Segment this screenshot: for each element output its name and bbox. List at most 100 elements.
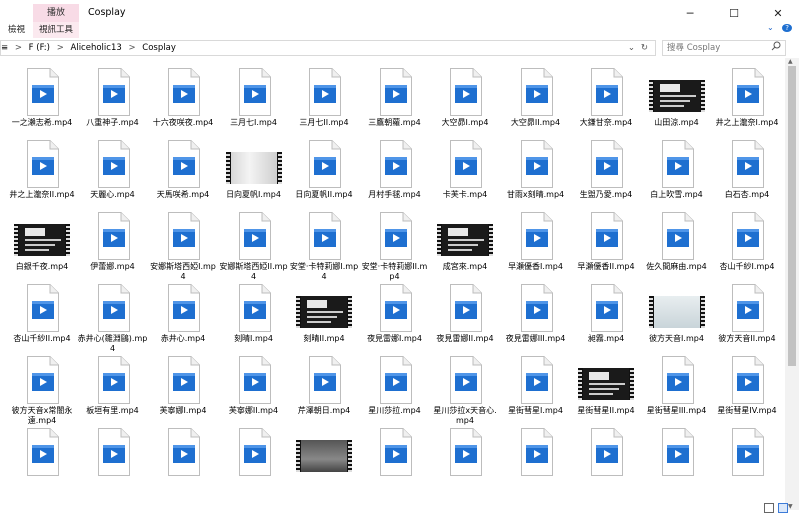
video-thumbnail (642, 284, 712, 332)
file-item[interactable]: 刻晴II.mp4 (289, 284, 359, 356)
file-item[interactable]: 成宮來.mp4 (430, 212, 500, 284)
file-item[interactable]: 夜見雷娜I.mp4 (360, 284, 430, 356)
file-item[interactable] (571, 428, 641, 500)
file-name: 夜見雷娜I.mp4 (367, 334, 422, 343)
file-item[interactable]: 安堂·卡特莉娜II.mp4 (360, 212, 430, 284)
file-item[interactable] (289, 428, 359, 500)
file-item[interactable]: 井之上瀧奈I.mp4 (712, 68, 782, 140)
search-input[interactable]: 搜尋 Cosplay (662, 40, 786, 56)
file-item[interactable] (360, 428, 430, 500)
video-file-icon (219, 212, 289, 260)
file-item[interactable]: 天馬咲希.mp4 (148, 140, 218, 212)
file-item[interactable]: 赤井心.mp4 (148, 284, 218, 356)
scroll-up-icon[interactable]: ▲ (788, 58, 793, 65)
file-item[interactable]: 赤井心(雛淵鷗).mp4 (78, 284, 148, 356)
file-item[interactable]: 大空昴I.mp4 (430, 68, 500, 140)
address-bar[interactable]: ≡ > F (F:) > Aliceholic13 > Cosplay ⌄ ↻ (0, 40, 656, 56)
file-item[interactable]: 安娜斯塔西婭I.mp4 (148, 212, 218, 284)
file-item[interactable]: 安娜斯塔西婭II.mp4 (219, 212, 289, 284)
breadcrumb-drive[interactable]: F (F:) (29, 43, 50, 53)
vertical-scrollbar[interactable]: ▲ ▼ (785, 58, 799, 510)
context-tab-play[interactable]: 播放 (33, 4, 79, 22)
file-item[interactable]: 十六夜咲夜.mp4 (148, 68, 218, 140)
file-item[interactable] (430, 428, 500, 500)
file-item[interactable]: 彼方天音x常闇永遠.mp4 (7, 356, 77, 428)
large-icons-view-icon[interactable] (778, 503, 788, 513)
file-item[interactable]: 杏山千紗II.mp4 (7, 284, 77, 356)
file-item[interactable]: 月村手毬.mp4 (360, 140, 430, 212)
file-item[interactable]: 卡芙卡.mp4 (430, 140, 500, 212)
address-dropdown-icon[interactable]: ⌄ (628, 41, 635, 55)
file-item[interactable]: 大空昴II.mp4 (501, 68, 571, 140)
file-item[interactable]: 白石杏.mp4 (712, 140, 782, 212)
file-item[interactable] (7, 428, 77, 500)
video-file-icon (219, 68, 289, 116)
file-item[interactable]: 白上吹雪.mp4 (642, 140, 712, 212)
file-item[interactable]: 三鷹朝蘿.mp4 (360, 68, 430, 140)
breadcrumb-separator-icon[interactable]: > (15, 43, 22, 53)
file-item[interactable]: 星街彗星II.mp4 (571, 356, 641, 428)
file-item[interactable]: 芙寧娜II.mp4 (219, 356, 289, 428)
file-item[interactable]: 芙寧娜I.mp4 (148, 356, 218, 428)
file-item[interactable]: 三月七I.mp4 (219, 68, 289, 140)
file-item[interactable]: 生盥乃愛.mp4 (571, 140, 641, 212)
breadcrumb-separator-icon[interactable]: > (128, 43, 135, 53)
file-item[interactable] (219, 428, 289, 500)
file-item[interactable] (78, 428, 148, 500)
file-item[interactable]: 井之上瀧奈II.mp4 (7, 140, 77, 212)
video-file-icon (219, 356, 289, 404)
video-file-icon (27, 284, 59, 332)
file-name: 三月七I.mp4 (230, 118, 277, 127)
file-item[interactable]: 昶霧.mp4 (571, 284, 641, 356)
file-item[interactable]: 日向夏帆I.mp4 (219, 140, 289, 212)
breadcrumb-aliceholic13[interactable]: Aliceholic13 (71, 43, 122, 53)
file-item[interactable]: 夜見雷娜III.mp4 (501, 284, 571, 356)
file-item[interactable]: 杏山千紗I.mp4 (712, 212, 782, 284)
refresh-icon[interactable]: ↻ (641, 41, 648, 55)
file-item[interactable]: 大鎌甘奈.mp4 (571, 68, 641, 140)
breadcrumb-separator-icon[interactable]: > (57, 43, 64, 53)
file-item[interactable]: 甘雨x刻晴.mp4 (501, 140, 571, 212)
file-item[interactable]: 山田涼.mp4 (642, 68, 712, 140)
video-file-icon (501, 140, 571, 188)
file-item[interactable]: 星街彗星III.mp4 (642, 356, 712, 428)
file-item[interactable]: 刻晴I.mp4 (219, 284, 289, 356)
file-item[interactable]: 八重神子.mp4 (78, 68, 148, 140)
file-item[interactable] (712, 428, 782, 500)
file-item[interactable]: 伊蕾娜.mp4 (78, 212, 148, 284)
file-item[interactable]: 安堂·卡特莉娜I.mp4 (289, 212, 359, 284)
scrollbar-thumb[interactable] (788, 66, 796, 366)
video-file-icon (661, 212, 694, 260)
file-item[interactable]: 彼方天音I.mp4 (642, 284, 712, 356)
file-item[interactable]: 星街彗星I.mp4 (501, 356, 571, 428)
file-item[interactable]: 日向夏帆II.mp4 (289, 140, 359, 212)
file-item[interactable]: 佐久間麻由.mp4 (642, 212, 712, 284)
file-item[interactable]: 天麗心.mp4 (78, 140, 148, 212)
file-item[interactable]: 夜見雷娜II.mp4 (430, 284, 500, 356)
expand-ribbon-icon[interactable]: ⌄ (767, 23, 774, 32)
file-item[interactable]: 芹澤朝日.mp4 (289, 356, 359, 428)
help-icon[interactable]: ? (782, 24, 792, 32)
file-item[interactable] (148, 428, 218, 500)
tab-video-tools[interactable]: 視訊工具 (33, 22, 80, 38)
file-item[interactable]: 一之瀨志希.mp4 (7, 68, 77, 140)
video-thumbnail (289, 284, 359, 332)
file-item[interactable]: 三月七II.mp4 (289, 68, 359, 140)
file-item[interactable]: 星川莎拉x天音心.mp4 (430, 356, 500, 428)
file-item[interactable]: 早瀬優香I.mp4 (501, 212, 571, 284)
details-view-icon[interactable] (764, 503, 774, 513)
file-item[interactable]: 白銀千夜.mp4 (7, 212, 77, 284)
file-item[interactable]: 星川莎拉.mp4 (360, 356, 430, 428)
tab-view[interactable]: 檢視 (8, 22, 25, 38)
file-item[interactable]: 彼方天音II.mp4 (712, 284, 782, 356)
video-file-icon (379, 284, 412, 332)
video-file-icon (501, 356, 571, 404)
file-item[interactable]: 早瀬優香II.mp4 (571, 212, 641, 284)
file-item[interactable] (642, 428, 712, 500)
file-item[interactable]: 板垣有里.mp4 (78, 356, 148, 428)
file-item[interactable] (501, 428, 571, 500)
video-file-icon (168, 140, 200, 188)
file-name: 天馬咲希.mp4 (156, 190, 210, 199)
file-item[interactable]: 星街彗星IV.mp4 (712, 356, 782, 428)
breadcrumb-cosplay[interactable]: Cosplay (142, 43, 176, 53)
